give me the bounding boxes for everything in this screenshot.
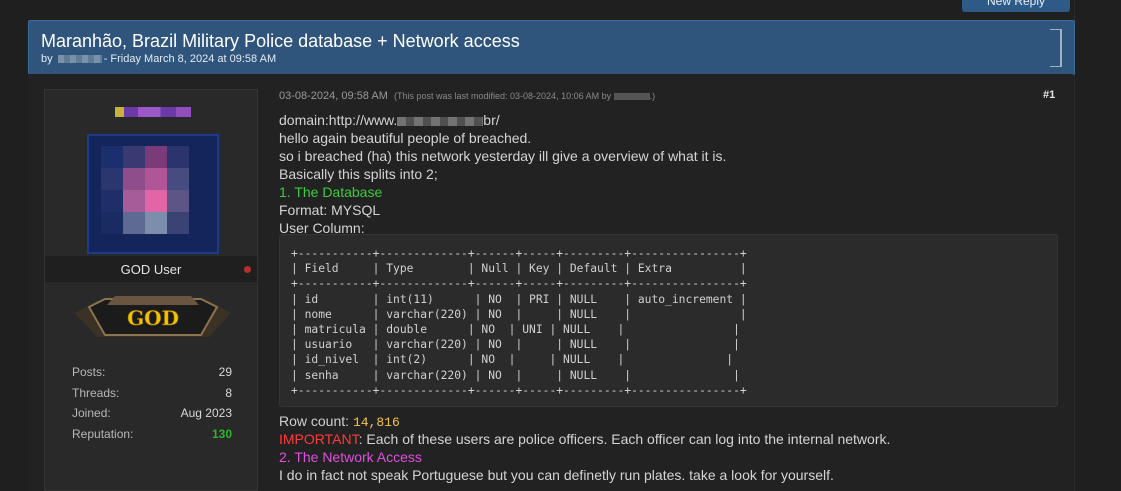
post-content-lower: IMPORTANT: Each of these users are polic… bbox=[279, 430, 890, 484]
domain-line: domain:http://www. br/ bbox=[279, 112, 500, 128]
thread-title: Maranhão, Brazil Military Police databas… bbox=[41, 31, 520, 51]
author-avatar[interactable] bbox=[87, 134, 219, 254]
row-count-label: Row count: bbox=[279, 413, 350, 429]
row-count-value: 14,816 bbox=[352, 415, 400, 430]
offline-status-icon bbox=[244, 266, 251, 273]
post-line: Basically this splits into 2; bbox=[279, 166, 438, 182]
svg-text:GOD: GOD bbox=[127, 306, 179, 330]
post-date: 03-08-2024, 09:58 AM (This post was last… bbox=[279, 90, 655, 102]
post-line: so i breached (ha) this network yesterda… bbox=[279, 148, 727, 164]
closing-line: I do in fact not speak Portuguese but yo… bbox=[279, 467, 834, 483]
post-date-text: 03-08-2024, 09:58 AM bbox=[279, 90, 388, 102]
stat-joined: Joined: Aug 2023 bbox=[72, 406, 232, 427]
domain-redacted bbox=[397, 116, 484, 126]
stat-value: Aug 2023 bbox=[180, 406, 232, 420]
stat-value[interactable]: 130 bbox=[212, 427, 232, 441]
usergroup-label: GOD User bbox=[120, 262, 182, 277]
stat-label: Posts: bbox=[72, 365, 106, 379]
thread-author-redacted[interactable] bbox=[57, 55, 102, 64]
schema-table-text: +-----------+-------------+------+-----+… bbox=[291, 247, 747, 397]
stat-threads: Threads: 8 bbox=[72, 386, 232, 407]
post-number-link[interactable]: #1 bbox=[1043, 89, 1055, 101]
post-modified-note: (This post was last modified: 03-08-2024… bbox=[393, 91, 656, 101]
author-stats: Posts: 29 Threads: 8 Joined: Aug 2023 Re… bbox=[72, 365, 232, 447]
stat-value[interactable]: 8 bbox=[225, 386, 232, 400]
section-network-heading: 2. The Network Access bbox=[279, 449, 422, 465]
stat-value[interactable]: 29 bbox=[219, 365, 232, 379]
important-label: IMPORTANT bbox=[279, 431, 359, 447]
stat-reputation: Reputation: 130 bbox=[72, 427, 232, 448]
post-line: hello again beautiful people of breached… bbox=[279, 130, 532, 146]
stat-label: Joined: bbox=[72, 406, 111, 420]
section-database-heading: 1. The Database bbox=[279, 184, 383, 200]
thread-header: Maranhão, Brazil Military Police databas… bbox=[28, 20, 1075, 75]
usergroup-bar: GOD User bbox=[45, 256, 257, 282]
row-count-line: Row count: 14,816 bbox=[279, 413, 400, 430]
stat-posts: Posts: 29 bbox=[72, 365, 232, 386]
thread-meta: by - Friday March 8, 2024 at 09:58 AM bbox=[41, 53, 276, 65]
author-username-redacted[interactable] bbox=[115, 107, 191, 117]
thread-options-icon[interactable] bbox=[1050, 29, 1062, 67]
stat-label: Reputation: bbox=[72, 426, 134, 441]
author-sidebar: GOD User GOD Posts: 29 Threads: 8 Joined… bbox=[44, 89, 258, 491]
new-reply-button[interactable]: New Reply bbox=[962, 0, 1070, 12]
stat-label: Threads: bbox=[72, 385, 120, 400]
thread-by-label: by bbox=[41, 53, 53, 65]
thread-date: - Friday March 8, 2024 at 09:58 AM bbox=[103, 53, 277, 65]
god-rank-badge: GOD bbox=[75, 296, 231, 337]
code-block[interactable]: +-----------+-------------+------+-----+… bbox=[279, 234, 1058, 407]
post-content: domain:http://www. br/ hello again beauti… bbox=[279, 111, 1059, 237]
format-line: Format: MYSQL bbox=[279, 202, 381, 218]
modifier-redacted[interactable] bbox=[613, 93, 650, 101]
important-line: IMPORTANT: Each of these users are polic… bbox=[279, 431, 891, 447]
